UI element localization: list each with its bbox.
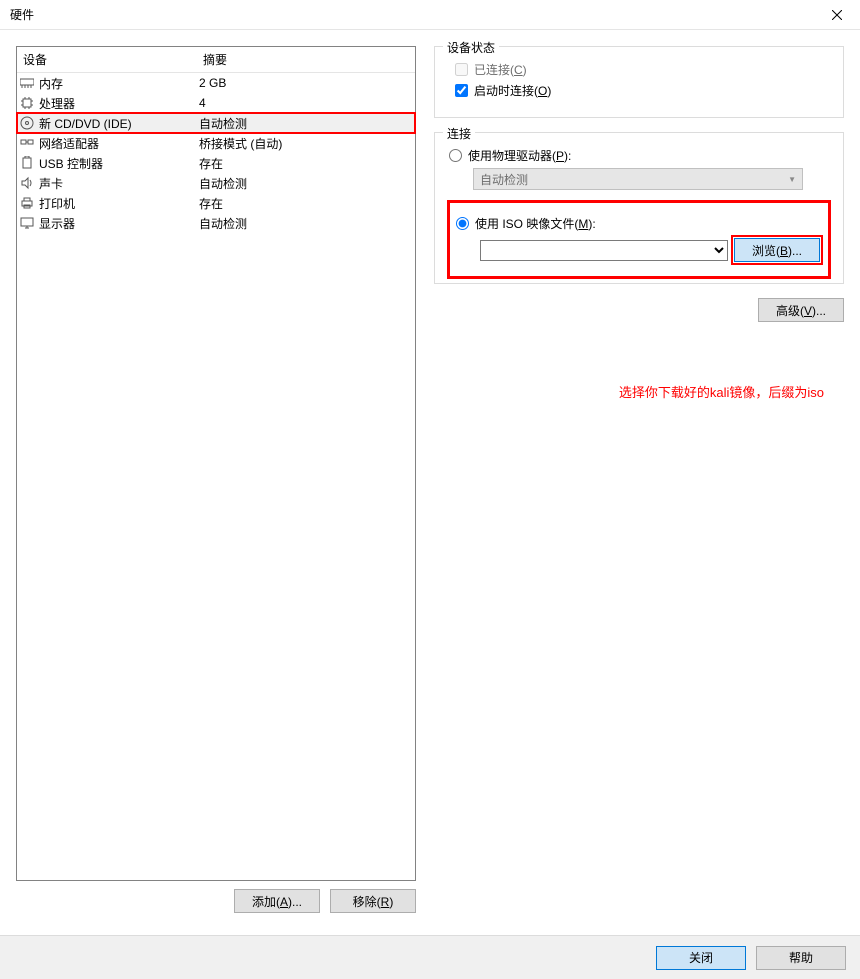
device-status-group: 设备状态 已连接(C) 启动时连接(O): [434, 46, 844, 118]
add-button[interactable]: 添加(A)...: [234, 889, 320, 913]
physical-drive-combo: 自动检测 ▼: [473, 168, 803, 190]
device-summary: 桥接模式 (自动): [197, 135, 415, 152]
printer-icon: [19, 195, 35, 211]
connected-label: 已连接(C): [474, 61, 527, 78]
memory-icon: [19, 75, 35, 91]
right-panel: 设备状态 已连接(C) 启动时连接(O) 连接 使用物理驱动器(P): 自动检测…: [426, 46, 844, 913]
device-summary: 存在: [197, 195, 415, 212]
device-status-legend: 设备状态: [443, 39, 499, 56]
device-row-usb[interactable]: USB 控制器 存在: [17, 153, 415, 173]
iso-path-combo[interactable]: [480, 240, 728, 261]
network-icon: [19, 135, 35, 151]
device-row-memory[interactable]: 内存 2 GB: [17, 73, 415, 93]
use-iso-radio[interactable]: [456, 217, 469, 230]
connect-on-power-row[interactable]: 启动时连接(O): [447, 82, 831, 99]
header-summary[interactable]: 摘要: [197, 47, 415, 72]
connected-checkbox-row: 已连接(C): [447, 61, 831, 78]
header-device[interactable]: 设备: [17, 47, 197, 72]
device-name: 网络适配器: [39, 135, 99, 152]
device-summary: 自动检测: [197, 115, 415, 132]
help-button[interactable]: 帮助: [756, 946, 846, 970]
close-icon: [832, 10, 842, 20]
use-iso-label: 使用 ISO 映像文件(M):: [475, 215, 596, 232]
bottom-bar: 关闭 帮助: [0, 935, 860, 979]
device-row-network[interactable]: 网络适配器 桥接模式 (自动): [17, 133, 415, 153]
device-row-printer[interactable]: 打印机 存在: [17, 193, 415, 213]
device-summary: 自动检测: [197, 175, 415, 192]
connection-legend: 连接: [443, 125, 475, 142]
advanced-button[interactable]: 高级(V)...: [758, 298, 844, 322]
remove-button[interactable]: 移除(R): [330, 889, 416, 913]
device-name: 打印机: [39, 195, 75, 212]
window-title: 硬件: [10, 6, 34, 23]
connected-checkbox: [455, 63, 468, 76]
chevron-down-icon: ▼: [788, 175, 796, 184]
device-name: 显示器: [39, 215, 75, 232]
device-row-disc[interactable]: 新 CD/DVD (IDE) 自动检测: [17, 113, 415, 133]
device-summary: 2 GB: [197, 76, 415, 90]
device-summary: 4: [197, 96, 415, 110]
list-header: 设备 摘要: [17, 47, 415, 73]
device-name: 内存: [39, 75, 63, 92]
device-name: USB 控制器: [39, 155, 103, 172]
use-physical-label: 使用物理驱动器(P):: [468, 147, 571, 164]
use-physical-radio[interactable]: [449, 149, 462, 162]
sound-icon: [19, 175, 35, 191]
device-row-cpu[interactable]: 处理器 4: [17, 93, 415, 113]
connect-on-power-label: 启动时连接(O): [474, 82, 551, 99]
use-iso-row[interactable]: 使用 ISO 映像文件(M):: [454, 215, 820, 232]
device-summary: 自动检测: [197, 215, 415, 232]
device-row-display[interactable]: 显示器 自动检测: [17, 213, 415, 233]
browse-button[interactable]: 浏览(B)...: [734, 238, 820, 262]
connection-group: 连接 使用物理驱动器(P): 自动检测 ▼ 使用 ISO 映像文件(M): 浏览…: [434, 132, 844, 284]
cpu-icon: [19, 95, 35, 111]
device-row-sound[interactable]: 声卡 自动检测: [17, 173, 415, 193]
device-name: 声卡: [39, 175, 63, 192]
disc-icon: [19, 115, 35, 131]
dialog-close-button[interactable]: 关闭: [656, 946, 746, 970]
connect-on-power-checkbox[interactable]: [455, 84, 468, 97]
annotation-text: 选择你下载好的kali镜像，后缀为iso: [434, 382, 844, 401]
display-icon: [19, 215, 35, 231]
iso-section-highlight: 使用 ISO 映像文件(M): 浏览(B)...: [447, 200, 831, 279]
device-list: 设备 摘要 内存2 GB处理器4新 CD/DVD (IDE)自动检测网络适配器桥…: [16, 46, 416, 881]
device-summary: 存在: [197, 155, 415, 172]
titlebar: 硬件: [0, 0, 860, 30]
left-panel: 设备 摘要 内存2 GB处理器4新 CD/DVD (IDE)自动检测网络适配器桥…: [16, 46, 416, 913]
device-name: 新 CD/DVD (IDE): [39, 115, 132, 132]
device-name: 处理器: [39, 95, 75, 112]
usb-icon: [19, 155, 35, 171]
close-button[interactable]: [814, 0, 860, 30]
use-physical-row[interactable]: 使用物理驱动器(P):: [447, 147, 831, 164]
